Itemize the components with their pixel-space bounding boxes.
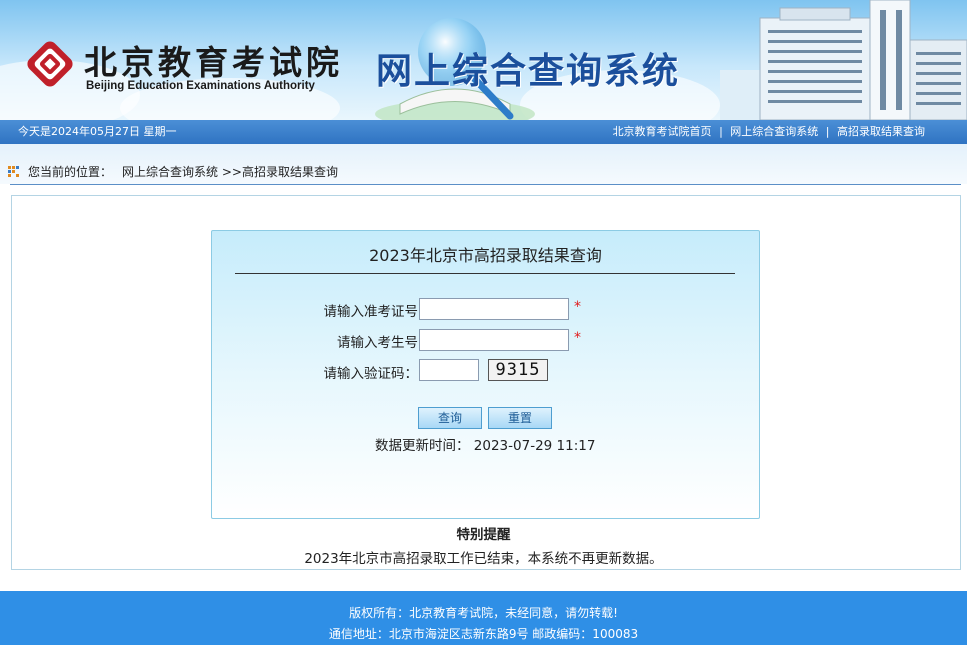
title-divider	[235, 273, 735, 274]
nav-separator: |	[719, 125, 723, 138]
header-banner: 北京教育考试院 Beijing Education Examinations A…	[0, 0, 967, 120]
logo-icon	[27, 41, 73, 87]
building-illustration	[720, 0, 967, 120]
top-nav-links: 北京教育考试院首页 | 网上综合查询系统 | 高招录取结果查询	[613, 120, 925, 144]
breadcrumb-divider	[10, 184, 961, 185]
notice-body: 2023年北京市高招录取工作已结束，本系统不再更新数据。	[304, 551, 663, 567]
today-date: 今天是2024年05月27日 星期一	[18, 125, 177, 138]
required-mark: *	[574, 330, 581, 346]
captcha-image[interactable]: 9315	[488, 359, 548, 381]
footer-address: 通信地址：北京市海淀区志新东路9号 邮政编码：100083	[328, 627, 639, 641]
logo-english-name: Beijing Education Examinations Authority	[86, 80, 315, 92]
required-mark: *	[574, 299, 581, 315]
breadcrumb-system: 网上综合查询系统	[122, 165, 219, 179]
captcha-label: 请输入验证码：	[323, 366, 419, 382]
nav-link-query-system[interactable]: 网上综合查询系统	[730, 125, 818, 138]
data-update-time: 数据更新时间： 2023-07-29 11:17	[375, 438, 596, 454]
breadcrumb: 您当前的位置： 网上综合查询系统 >>高招录取结果查询	[28, 163, 338, 180]
student-no-label: 请输入考生号	[337, 335, 418, 351]
top-nav-bar: 今天是2024年05月27日 星期一 北京教育考试院首页 | 网上综合查询系统 …	[0, 120, 967, 144]
notice-title: 特别提醒	[456, 527, 511, 543]
captcha-text: 9315	[495, 360, 541, 380]
breadcrumb-current: >>高招录取结果查询	[221, 165, 338, 179]
breadcrumb-prefix: 您当前的位置：	[28, 165, 113, 179]
student-no-input[interactable]	[419, 329, 569, 351]
logo-chinese-name: 北京教育考试院	[84, 43, 343, 82]
nav-separator: |	[825, 125, 830, 138]
query-button[interactable]: 查询	[418, 407, 482, 429]
nav-link-admission-query[interactable]: 高招录取结果查询	[837, 125, 925, 138]
reset-button[interactable]: 重置	[488, 407, 552, 429]
nav-link-home[interactable]: 北京教育考试院首页	[613, 125, 712, 138]
captcha-input[interactable]	[419, 359, 479, 381]
footer-copyright: 版权所有：北京教育考试院，未经同意，请勿转载!	[349, 606, 618, 620]
exam-no-input[interactable]	[419, 298, 569, 320]
system-title: 网上综合查询系统	[376, 51, 681, 92]
page-footer: 版权所有：北京教育考试院，未经同意，请勿转载! 通信地址：北京市海淀区志新东路9…	[0, 591, 967, 645]
breadcrumb-dots-icon	[8, 166, 19, 177]
exam-no-label: 请输入准考证号	[323, 304, 419, 320]
query-title: 2023年北京市高招录取结果查询	[369, 246, 602, 265]
